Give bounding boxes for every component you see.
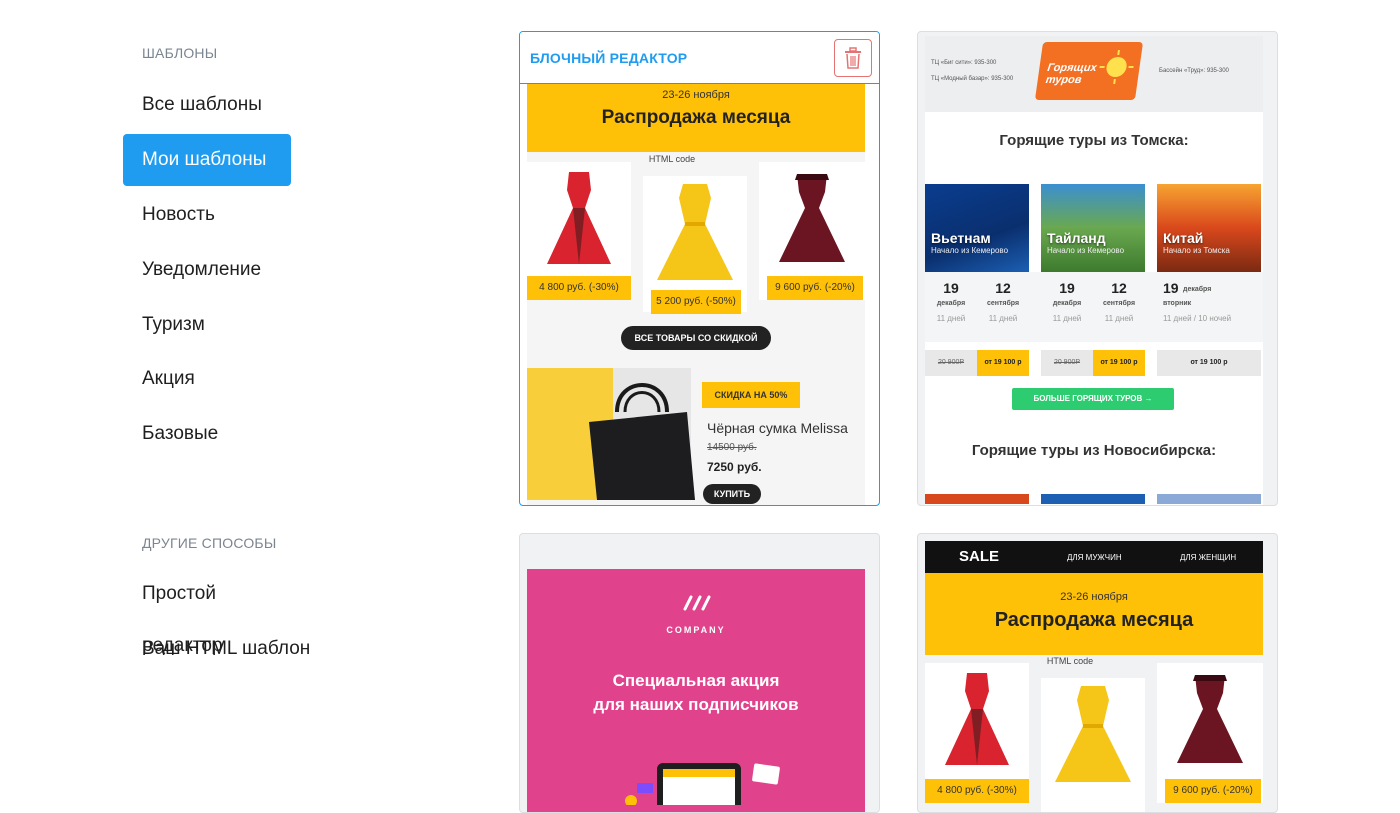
- promo-title: Распродажа месяца: [994, 609, 1194, 631]
- hot-tours-logo: Горящих туров: [1034, 42, 1144, 100]
- sale-label: SALE: [959, 548, 1000, 565]
- tour-month: сентября: [986, 300, 1020, 307]
- sale-topbar: SALE ДЛЯ МУЖЧИН ДЛЯ ЖЕНЩИН: [925, 541, 1263, 573]
- tour-nights: 11 дней: [936, 314, 966, 323]
- tour-month: сентября: [1102, 300, 1136, 307]
- template-card-hot-tours[interactable]: ТЦ «Биг сити»: 935-300 ТЦ «Модный базар»…: [917, 31, 1278, 506]
- old-price: 14500 руб.: [707, 442, 757, 453]
- template-card-company[interactable]: COMPANY Специальная акция для наших подп…: [519, 533, 880, 813]
- tour-month: декабря: [1052, 300, 1082, 307]
- promo-title: Распродажа месяца: [601, 107, 791, 128]
- burgundy-dress-icon: [1177, 675, 1243, 763]
- logo-text: Горящих туров: [1044, 62, 1098, 86]
- promo-date: 23-26 ноября: [662, 89, 730, 101]
- tour-day: 19: [1059, 280, 1075, 296]
- sidebar-item-notification[interactable]: Уведомление: [123, 244, 291, 296]
- price-tag: 5 200 руб. (-50%): [651, 290, 741, 314]
- price-tag: 9 600 руб. (-20%): [1165, 779, 1261, 803]
- tour-nights: 11 дней: [1052, 314, 1082, 323]
- sidebar-item-tourism[interactable]: Туризм: [123, 299, 291, 351]
- device-illustration-icon: [625, 763, 780, 805]
- sidebar-item-my[interactable]: Мои шаблоны: [123, 134, 291, 186]
- tour-weekday: вторник: [1163, 300, 1192, 307]
- tour-day: 12: [1111, 280, 1127, 296]
- contact-text: Бассейн «Труд»: 935-300: [1159, 68, 1229, 74]
- women-link[interactable]: ДЛЯ ЖЕНЩИН: [1180, 553, 1236, 562]
- tour-day: 12: [995, 280, 1011, 296]
- template-card-block-editor[interactable]: БЛОЧНЫЙ РЕДАКТОР 23-26 ноября Распродажа…: [519, 31, 880, 506]
- price-tag: 4 800 руб. (-30%): [527, 276, 631, 300]
- tour-name: Вьетнам: [931, 230, 991, 246]
- tour-month: декабря: [1183, 286, 1212, 293]
- tour-nights: 11 дней / 10 ночей: [1163, 314, 1232, 323]
- discount-badge: СКИДКА НА 50%: [702, 382, 800, 408]
- buy-button[interactable]: КУПИТЬ: [703, 484, 761, 504]
- card-header: БЛОЧНЫЙ РЕДАКТОР: [520, 32, 879, 84]
- tour-price: от 19 100 р: [977, 350, 1029, 376]
- tour-old-price: 20 900Р: [1041, 350, 1093, 376]
- other-heading: ДРУГИЕ СПОСОБЫ: [142, 535, 277, 551]
- tour-name: Тайланд: [1047, 230, 1106, 246]
- tours-header: ТЦ «Биг сити»: 935-300 ТЦ «Модный базар»…: [925, 36, 1263, 112]
- red-dress-icon: [945, 673, 1009, 765]
- price-tag: 9 600 руб. (-20%): [767, 276, 863, 300]
- promo-banner: 23-26 ноября Распродажа месяца: [527, 84, 865, 152]
- tour-nights: 11 дней: [988, 314, 1018, 323]
- sidebar-item-html-template[interactable]: Ваш HTML шаблон: [123, 623, 343, 675]
- tour-nights: 11 дней: [1104, 314, 1134, 323]
- promo-date: 23-26 ноября: [1060, 591, 1128, 603]
- burgundy-dress-icon: [779, 174, 845, 262]
- trash-icon: [845, 46, 861, 69]
- delete-button[interactable]: [834, 38, 872, 77]
- template-card-sale[interactable]: SALE ДЛЯ МУЖЧИН ДЛЯ ЖЕНЩИН 23-26 ноября …: [917, 533, 1278, 813]
- tour-thailand-image: Тайланд Начало из Кемерово: [1041, 184, 1145, 272]
- sidebar-item-news[interactable]: Новость: [123, 189, 291, 241]
- tour-from: Начало из Кемерово: [931, 246, 1009, 255]
- sidebar-item-simple-editor[interactable]: Простой редактор: [123, 568, 291, 656]
- tours-heading: Горящие туры из Томска:: [999, 132, 1189, 149]
- new-price: 7250 руб.: [707, 460, 762, 474]
- red-dress-icon: [547, 172, 611, 264]
- men-link[interactable]: ДЛЯ МУЖЧИН: [1067, 553, 1122, 562]
- sidebar-item-promo[interactable]: Акция: [123, 353, 291, 405]
- contact-text: ТЦ «Биг сити»: 935-300: [931, 60, 997, 66]
- promo-line-1: Специальная акция: [612, 671, 780, 690]
- tour-name: Китай: [1163, 230, 1204, 246]
- templates-heading: ШАБЛОНЫ: [142, 45, 218, 61]
- product-name: Чёрная сумка Melissa: [707, 420, 848, 436]
- block-editor-label[interactable]: БЛОЧНЫЙ РЕДАКТОР: [530, 50, 687, 66]
- tour-image-strip: [1041, 494, 1145, 504]
- tour-image-strip: [925, 494, 1029, 504]
- sidebar-item-basic[interactable]: Базовые: [123, 408, 291, 460]
- company-banner: COMPANY Специальная акция для наших подп…: [527, 569, 865, 812]
- all-discount-button[interactable]: ВСЕ ТОВАРЫ СО СКИДКОЙ: [621, 326, 771, 350]
- tour-from: Начало из Томска: [1163, 246, 1230, 255]
- promo-line-2: для наших подписчиков: [593, 695, 799, 714]
- tour-image-strip: [1157, 494, 1261, 504]
- tours-body: Горящие туры из Томска: Вьетнам Начало из…: [925, 112, 1263, 505]
- promo-banner: 23-26 ноября Распродажа месяца: [925, 573, 1263, 655]
- tours-heading-2: Горящие туры из Новосибирска:: [971, 442, 1217, 459]
- tour-price: от 19 100 р: [1157, 350, 1261, 376]
- tour-vietnam-image: Вьетнам Начало из Кемерово: [925, 184, 1029, 272]
- tour-old-price: 20 900Р: [925, 350, 977, 376]
- product-yellow: [1041, 678, 1145, 812]
- tour-month: декабря: [936, 300, 966, 307]
- tour-day: 19: [1163, 280, 1179, 296]
- more-tours-button[interactable]: БОЛЬШЕ ГОРЯЩИХ ТУРОВ →: [1012, 388, 1174, 410]
- card1-preview: 23-26 ноября Распродажа месяца HTML code…: [527, 84, 865, 505]
- bag-icon: [589, 383, 695, 500]
- contact-text: ТЦ «Модный базар»: 935-300: [931, 76, 1014, 82]
- tour-china-image: Китай Начало из Томска: [1157, 184, 1261, 272]
- tours-dates: 19 12 декабря сентября 11 дней 11 дней 1…: [925, 272, 1263, 342]
- sidebar-item-all[interactable]: Все шаблоны: [123, 79, 291, 131]
- yellow-dress-icon: [657, 184, 733, 280]
- tour-price: от 19 100 р: [1093, 350, 1145, 376]
- tour-from: Начало из Кемерово: [1047, 246, 1125, 255]
- company-logo-icon: [683, 595, 711, 611]
- yellow-dress-icon: [1055, 686, 1131, 782]
- company-name: COMPANY: [666, 625, 726, 635]
- tour-day: 19: [943, 280, 959, 296]
- price-tag: 4 800 руб. (-30%): [925, 779, 1029, 803]
